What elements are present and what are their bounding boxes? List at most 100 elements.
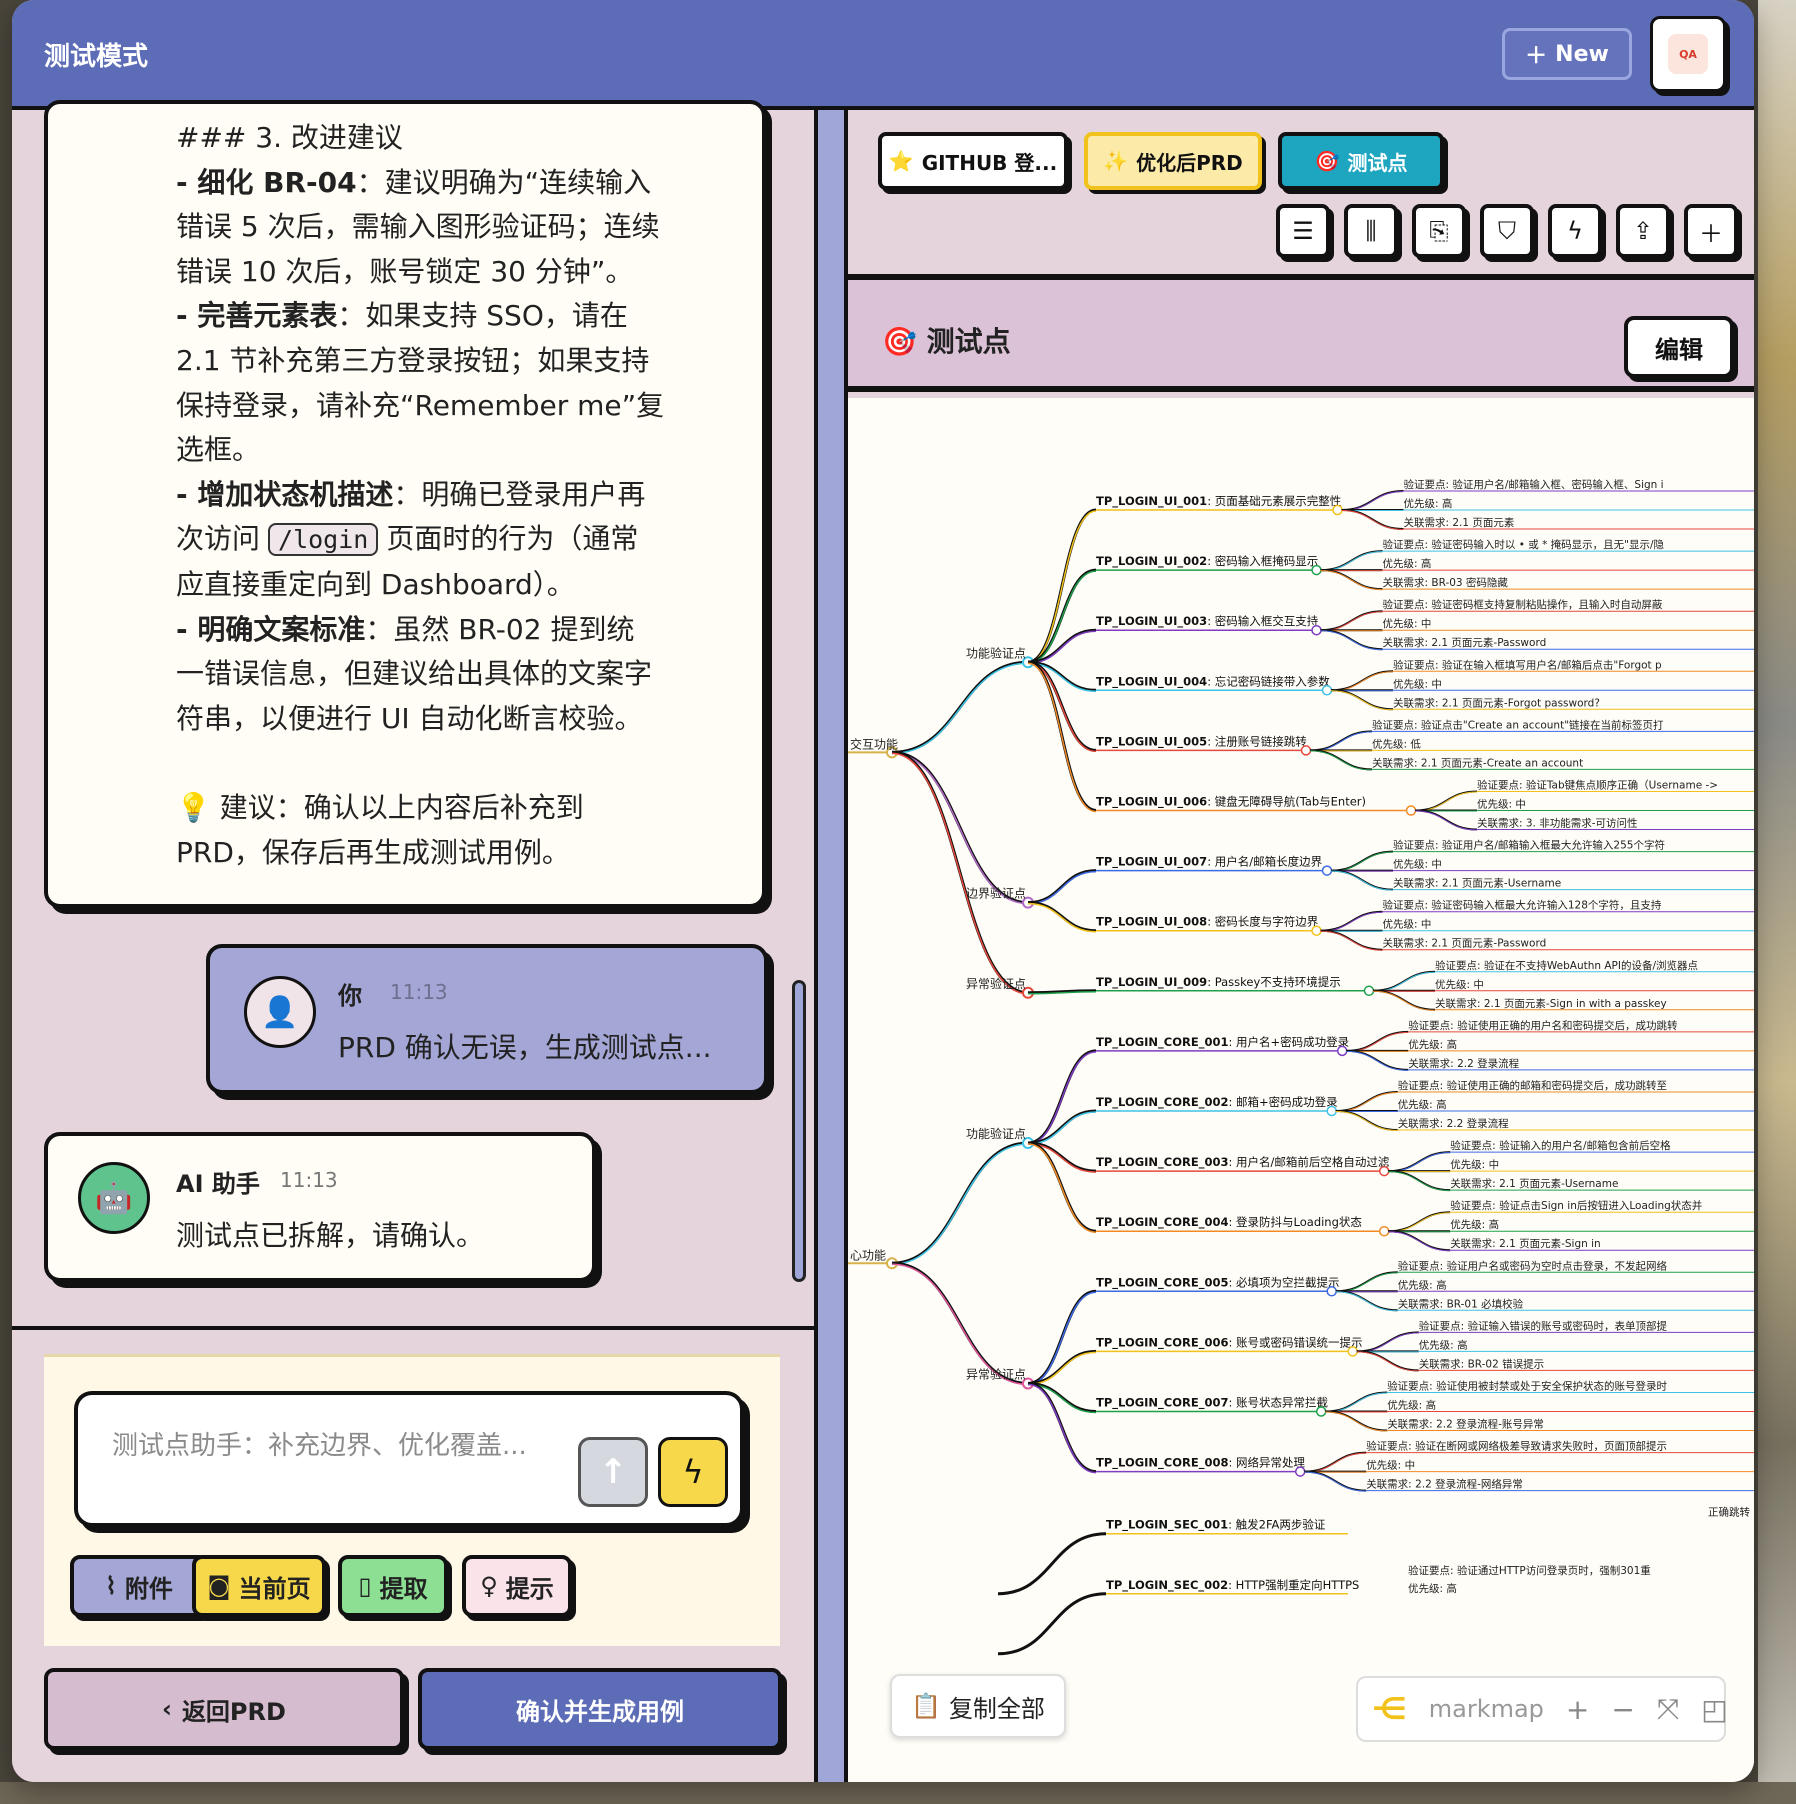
test-point-node[interactable]: TP_LOGIN_CORE_004: 登录防抖与Loading状态 xyxy=(1096,1215,1362,1230)
confirm-generate-button[interactable]: 确认并生成用例 xyxy=(418,1668,782,1750)
mindmap-node-dot[interactable] xyxy=(1347,1346,1358,1357)
test-point-node[interactable]: TP_LOGIN_UI_004: 忘记密码链接带入参数 xyxy=(1096,674,1330,689)
send-button[interactable]: ↑ xyxy=(578,1437,648,1507)
test-point-leaf: 关联需求: 3. 非功能需求-可访问性 xyxy=(1477,817,1638,830)
fit-icon[interactable]: ⤧ xyxy=(1657,1692,1679,1726)
export-button[interactable]: ⇪ xyxy=(1616,204,1670,258)
mindmap-category-label: 功能验证点 xyxy=(966,645,1026,660)
mindmap-category-label: 异常验证点 xyxy=(966,1366,1026,1381)
extract-button[interactable]: ▯ 提取 xyxy=(338,1555,448,1617)
test-point-node[interactable]: TP_LOGIN_CORE_006: 账号或密码错误统一提示 xyxy=(1096,1335,1363,1350)
tab-optimized-prd[interactable]: ✨ 优化后PRD xyxy=(1084,132,1262,190)
toggle-recursive-icon[interactable]: ◰ xyxy=(1701,1693,1727,1726)
mindmap-node-dot[interactable] xyxy=(1378,1165,1390,1177)
mindmap-node-dot[interactable] xyxy=(1336,1045,1348,1057)
mindmap-node-dot[interactable] xyxy=(1378,1225,1390,1237)
test-point-leaf: 验证要点: 验证在断网或网络极差导致请求失败时，页面顶部提示 xyxy=(1366,1440,1667,1453)
test-point-id: TP_LOGIN_CORE_004 xyxy=(1096,1215,1229,1230)
test-point-node[interactable]: TP_LOGIN_SEC_002: HTTP强制重定向HTTPS xyxy=(1106,1578,1359,1593)
test-point-leaf: 关联需求: 2.2 登录流程-账号异常 xyxy=(1387,1418,1544,1431)
test-point-node[interactable]: TP_LOGIN_UI_006: 键盘无障碍导航(Tab与Enter) xyxy=(1096,795,1366,810)
test-point-node[interactable]: TP_LOGIN_UI_005: 注册账号链接跳转 xyxy=(1096,734,1307,749)
mindmap-node-dot[interactable] xyxy=(1294,1466,1306,1477)
message-line: 符串，以便进行 UI 自动化断言校验。 xyxy=(176,697,676,742)
mindmap-node-dot[interactable] xyxy=(1363,985,1375,997)
list-view-button[interactable]: ☰ xyxy=(1276,204,1330,258)
message-line-bold: - 增加状态机描述 xyxy=(176,477,394,511)
test-point-node[interactable]: TP_LOGIN_UI_008: 密码长度与字符边界 xyxy=(1096,915,1319,930)
test-point-node[interactable]: TP_LOGIN_CORE_001: 用户名+密码成功登录 xyxy=(1096,1035,1349,1050)
zoom-in-icon[interactable]: + xyxy=(1566,1693,1589,1726)
test-point-leaf: 验证要点: 验证用户名或密码为空时点击登录，不发起网络 xyxy=(1398,1259,1668,1272)
ai-message: 🤖 AI 助手 11:13 测试点已拆解，请确认。 xyxy=(44,1132,596,1282)
attachment-button[interactable]: ⌇ 附件 xyxy=(70,1555,208,1617)
test-point-node[interactable]: TP_LOGIN_CORE_002: 邮箱+密码成功登录 xyxy=(1096,1095,1338,1110)
extract-label: 提取 xyxy=(379,1574,428,1603)
test-point-node[interactable]: TP_LOGIN_CORE_007: 账号状态异常拦截 xyxy=(1096,1396,1329,1411)
mindmap-node-dot[interactable] xyxy=(1311,925,1322,936)
test-point-leaf: 验证要点: 验证密码输入时以 • 或 * 掩码显示，且无"显示/隐 xyxy=(1383,538,1665,551)
mindmap-node-dot[interactable] xyxy=(1405,805,1417,816)
add-button[interactable]: ＋ xyxy=(1684,204,1738,258)
mindmap-canvas[interactable]: 交互功能功能验证点TP_LOGIN_UI_001: 页面基础元素展示完整性验证要… xyxy=(848,398,1754,1782)
mindmap-node-dot[interactable] xyxy=(1311,564,1322,576)
mindmap-node-dot[interactable] xyxy=(1321,865,1333,876)
mindmap-node-dot[interactable] xyxy=(1311,624,1322,636)
message-line-text: 次访问 xyxy=(176,522,261,556)
test-point-node[interactable]: TP_LOGIN_CORE_003: 用户名/邮箱前后空格自动过滤 xyxy=(1096,1155,1390,1170)
tab-test-points[interactable]: 🎯 测试点 xyxy=(1278,132,1444,190)
test-point-id: TP_LOGIN_UI_007 xyxy=(1096,855,1207,870)
chat-scrollbar[interactable] xyxy=(792,980,806,1282)
test-point-node[interactable]: TP_LOGIN_UI_009: Passkey不支持环境提示 xyxy=(1096,975,1341,990)
chat-input[interactable]: 测试点助手：补充边界、优化覆盖... ↑ ϟ xyxy=(74,1391,744,1527)
library-button[interactable]: ⫼ xyxy=(1344,204,1398,258)
test-point-node[interactable]: TP_LOGIN_UI_002: 密码输入框掩码显示 xyxy=(1096,554,1318,569)
test-point-leaf: 验证要点: 验证点击Sign in后按钮进入Loading状态并 xyxy=(1450,1199,1702,1212)
mindmap-node-dot[interactable] xyxy=(1332,504,1343,516)
copy-all-button[interactable]: 📋 复制全部 xyxy=(890,1674,1066,1738)
test-point-leaf: 验证要点: 验证输入的用户名/邮箱包含前后空格 xyxy=(1450,1139,1671,1152)
mindmap-node-dot[interactable] xyxy=(1326,1105,1337,1117)
test-point-node[interactable]: TP_LOGIN_SEC_001: 触发2FA两步验证 xyxy=(1106,1518,1326,1533)
lightning-icon: ϟ xyxy=(1567,217,1583,245)
back-to-prd-button[interactable]: ‹ 返回PRD xyxy=(44,1668,404,1750)
message-line: - 完善元素表：如果支持 SSO，请在 xyxy=(176,294,676,339)
test-point-leaf: 优先级: 高 xyxy=(1398,1278,1447,1291)
current-page-button[interactable]: ◙ 当前页 xyxy=(192,1555,326,1617)
panel-resize-handle[interactable] xyxy=(814,110,848,1782)
mindmap-node-dot[interactable] xyxy=(1315,1406,1327,1417)
test-point-node[interactable]: TP_LOGIN_CORE_005: 必填项为空拦截提示 xyxy=(1096,1275,1340,1290)
hint-button[interactable]: ♀ 提示 xyxy=(462,1555,572,1617)
test-point-node[interactable]: TP_LOGIN_UI_007: 用户名/邮箱长度边界 xyxy=(1096,855,1323,870)
zoom-out-icon[interactable]: − xyxy=(1611,1693,1634,1726)
qa-avatar-button[interactable]: QA xyxy=(1650,16,1726,92)
edit-button[interactable]: 编辑 xyxy=(1624,316,1734,378)
chat-panel: ### 3. 改进建议 - 细化 BR-04：建议明确为“连续输入 错误 5 次后，… xyxy=(12,100,814,1782)
quick-action-button[interactable]: ϟ xyxy=(658,1437,728,1507)
test-point-title: : 键盘无障碍导航(Tab与Enter) xyxy=(1207,795,1366,809)
test-point-id: TP_LOGIN_UI_001 xyxy=(1096,494,1207,509)
test-point-node[interactable]: TP_LOGIN_UI_003: 密码输入框交互支持 xyxy=(1096,614,1319,629)
test-point-leaf: 优先级: 中 xyxy=(1393,858,1442,871)
test-point-node[interactable]: TP_LOGIN_UI_001: 页面基础元素展示完整性 xyxy=(1096,494,1341,509)
lightning-icon: ϟ xyxy=(682,1453,704,1491)
mindmap-view[interactable]: 交互功能 功能验证点 TP_LOGIN_UI_001: 页面基础元素展示完整性 验证要… xyxy=(848,398,1754,1782)
test-point-title: : 网络异常处理 xyxy=(1229,1456,1306,1470)
mindmap-node-dot[interactable] xyxy=(1326,1286,1337,1297)
section-header: 🎯 测试点 编辑 xyxy=(848,280,1754,392)
mindmap-node-dot[interactable] xyxy=(1300,745,1312,756)
new-button[interactable]: ＋ New xyxy=(1502,28,1632,80)
tab-github-login[interactable]: ⭐ GITHUB 登... xyxy=(878,132,1068,190)
test-point-node[interactable]: TP_LOGIN_CORE_008: 网络异常处理 xyxy=(1096,1456,1306,1471)
mindmap-group-label: 心功能 xyxy=(850,1248,886,1262)
test-point-title: : 密码输入框掩码显示 xyxy=(1207,554,1318,568)
menu-icon: ☰ xyxy=(1292,217,1314,245)
markmap-brand: markmap xyxy=(1428,1695,1544,1723)
message-line-text: 一错误信息，但建议给出具体的文案字 xyxy=(176,657,653,691)
test-point-leaf: 优先级: 高 xyxy=(1404,497,1453,510)
mindmap-node-dot[interactable] xyxy=(1321,685,1333,696)
new-button-label: New xyxy=(1555,41,1609,67)
security-button[interactable]: ⛉ xyxy=(1480,204,1534,258)
script-button[interactable]: ⎘ xyxy=(1412,204,1466,258)
quick-run-button[interactable]: ϟ xyxy=(1548,204,1602,258)
